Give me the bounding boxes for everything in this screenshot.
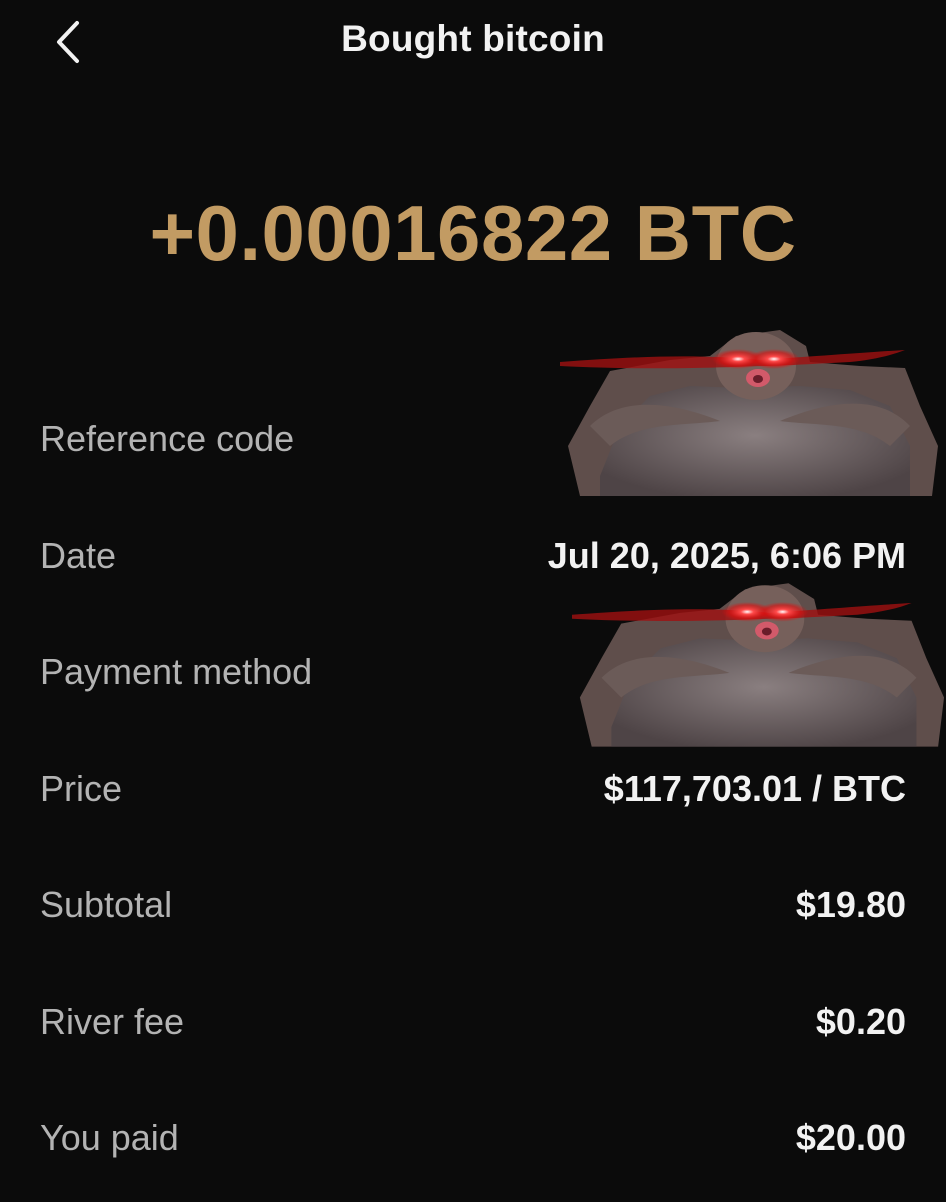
river-fee-label: River fee: [40, 1000, 185, 1042]
subtotal-label: Subtotal: [40, 884, 173, 925]
detail-row-price: Price $117,703.01 / BTC: [0, 736, 946, 853]
detail-row-subtotal: Subtotal $19.80: [0, 852, 946, 969]
reference-code-label: Reference code: [40, 418, 295, 459]
river-fee-value: $0.20: [815, 1000, 906, 1042]
transaction-details: Reference code Date Jul 20, 2025, 6:06 P…: [0, 386, 946, 1202]
header: Bought bitcoin: [0, 0, 946, 84]
you-paid-value: $20.00: [795, 1117, 906, 1158]
detail-row-river-fee: River fee $0.20: [0, 969, 946, 1086]
meme-sticker-overlay: [560, 330, 938, 496]
meme-sticker-overlay: [572, 583, 945, 747]
you-paid-label: You paid: [40, 1117, 179, 1158]
detail-row-you-paid: You paid $20.00: [0, 1085, 946, 1202]
date-label: Date: [40, 534, 117, 576]
price-value: $117,703.01 / BTC: [603, 767, 906, 809]
price-label: Price: [40, 767, 123, 809]
payment-method-label: Payment method: [40, 651, 313, 692]
page-title: Bought bitcoin: [341, 18, 605, 59]
subtotal-value: $19.80: [795, 884, 906, 925]
date-value: Jul 20, 2025, 6:06 PM: [547, 534, 906, 576]
btc-amount: +0.00016822 BTC: [149, 189, 797, 277]
